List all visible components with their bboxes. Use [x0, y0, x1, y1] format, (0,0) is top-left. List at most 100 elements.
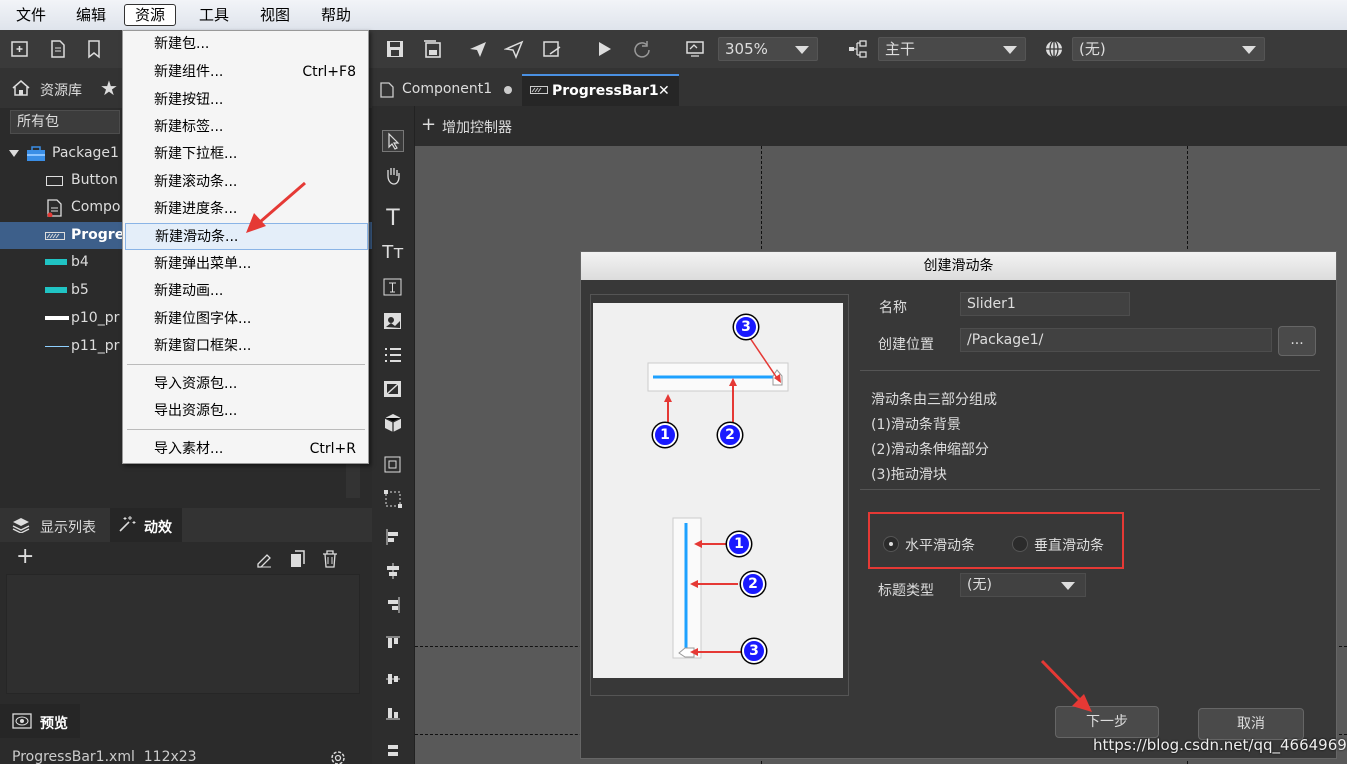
add-controller-label[interactable]: 增加控制器 — [442, 117, 512, 137]
menu-item-import-package[interactable]: 导入资源包... — [123, 371, 368, 398]
component-icon[interactable] — [382, 454, 404, 476]
slider-illustration: 3 1 2 1 2 3 — [593, 303, 843, 678]
display-list-panel: 显示列表 动效 + — [0, 508, 372, 704]
radio-horizontal-label: 水平滑动条 — [905, 538, 975, 554]
callout-3-horizontal: 3 — [734, 315, 758, 339]
group-icon[interactable] — [382, 488, 404, 510]
resource-menu: 新建包... 新建组件... Ctrl+F8 新建按钮... 新建标签... 新建… — [122, 30, 369, 464]
radio-unselected-icon — [1012, 536, 1028, 552]
menu-resource[interactable]: 资源 — [124, 4, 177, 26]
monitor-icon — [685, 39, 705, 59]
close-icon[interactable]: ✕ — [658, 76, 670, 106]
title-type-select[interactable]: (无) — [960, 573, 1086, 597]
menu-item-new-scrollbar[interactable]: 新建滚动条... — [123, 169, 368, 196]
browse-button[interactable]: ... — [1278, 326, 1316, 356]
radio-selected-icon — [883, 536, 899, 552]
rich-text-icon[interactable]: Tт — [382, 242, 404, 264]
location-input[interactable]: /Package1/ — [960, 328, 1272, 352]
title-type-value: (无) — [967, 577, 992, 593]
menu-item-new-progressbar[interactable]: 新建进度条... — [123, 196, 368, 223]
chevron-down-icon — [1242, 46, 1256, 54]
tab-progressbar1[interactable]: ProgressBar1 ✕ — [522, 74, 679, 106]
tree-label: p10_pr — [71, 310, 120, 326]
tab-component1[interactable]: Component1 — [372, 74, 520, 106]
callout-1-horizontal: 1 — [653, 423, 677, 447]
align-top-icon[interactable] — [382, 632, 404, 654]
settings-gear-icon[interactable] — [328, 748, 348, 764]
new-document-icon[interactable] — [48, 39, 68, 59]
input-text-icon[interactable] — [382, 276, 404, 298]
home-icon — [12, 80, 30, 96]
align-bottom-icon[interactable] — [382, 702, 404, 724]
menu-item-new-combobox[interactable]: 新建下拉框... — [123, 141, 368, 168]
preview-panel: 预览 ProgressBar1.xml 112x23 — [0, 704, 372, 764]
plus-icon[interactable]: + — [421, 115, 436, 135]
divider — [860, 370, 1320, 371]
publish-outline-icon[interactable] — [504, 39, 524, 59]
play-icon[interactable] — [594, 39, 614, 59]
next-button[interactable]: 下一步 — [1055, 706, 1159, 738]
menu-item-new-animation[interactable]: 新建动画... — [123, 278, 368, 305]
save-all-icon[interactable] — [422, 39, 442, 59]
align-left-icon[interactable] — [382, 526, 404, 548]
zoom-select[interactable]: 305% — [718, 37, 818, 61]
trash-icon[interactable] — [322, 550, 338, 568]
distribute-icon[interactable] — [382, 742, 404, 764]
callout-1-vertical: 1 — [727, 532, 751, 556]
duplicate-icon[interactable] — [290, 550, 306, 568]
menu-item-new-component[interactable]: 新建组件... Ctrl+F8 — [123, 59, 368, 86]
menu-item-new-bitmap-font[interactable]: 新建位图字体... — [123, 306, 368, 333]
add-icon[interactable]: + — [16, 546, 34, 568]
image-icon[interactable] — [382, 378, 404, 400]
menu-tools[interactable]: 工具 — [199, 5, 229, 25]
menu-item-new-slider[interactable]: 新建滑动条... — [125, 223, 368, 250]
3d-box-icon[interactable] — [382, 412, 404, 434]
tab-effects[interactable]: 动效 — [110, 508, 182, 542]
new-package-icon[interactable] — [10, 39, 30, 59]
panel-tabs: 显示列表 动效 — [0, 508, 372, 542]
image-swatch-icon — [45, 259, 67, 265]
menu-item-new-package[interactable]: 新建包... — [123, 31, 368, 58]
menu-item-export-package[interactable]: 导出资源包... — [123, 398, 368, 425]
image-loader-icon[interactable] — [382, 310, 404, 332]
list-icon[interactable] — [382, 344, 404, 366]
align-center-icon[interactable] — [382, 560, 404, 582]
align-middle-icon[interactable] — [382, 668, 404, 690]
edit-pencil-icon[interactable] — [255, 550, 273, 568]
menu-item-import-assets[interactable]: 导入素材... Ctrl+R — [123, 436, 368, 463]
refresh-icon[interactable] — [632, 39, 652, 59]
menu-item-new-popup-menu[interactable]: 新建弹出菜单... — [123, 251, 368, 278]
menu-item-new-button[interactable]: 新建按钮... — [123, 87, 368, 114]
component-document-icon — [47, 199, 63, 217]
menu-view[interactable]: 视图 — [260, 5, 290, 25]
document-icon — [380, 82, 394, 98]
language-select[interactable]: (无) — [1072, 37, 1265, 61]
chevron-down-icon — [1003, 46, 1017, 54]
align-right-icon[interactable] — [382, 594, 404, 616]
menu-help[interactable]: 帮助 — [321, 5, 351, 25]
hand-icon[interactable] — [382, 164, 404, 186]
menu-item-new-window-frame[interactable]: 新建窗口框架... — [123, 333, 368, 360]
text-tool-icon[interactable]: T — [382, 208, 404, 230]
name-input[interactable]: Slider1 — [960, 292, 1130, 316]
menu-item-label: 新建进度条... — [154, 201, 238, 217]
tab-library[interactable]: 资源库 — [40, 80, 82, 100]
star-icon[interactable]: ★ — [100, 76, 118, 100]
publish-settings-icon[interactable] — [542, 39, 562, 59]
package-filter-select[interactable]: 所有包 — [10, 110, 120, 134]
menu-file[interactable]: 文件 — [16, 5, 46, 25]
tree-label: Button — [71, 172, 118, 188]
tab-display-list[interactable]: 显示列表 — [40, 517, 96, 537]
menu-item-new-label[interactable]: 新建标签... — [123, 114, 368, 141]
menu-edit[interactable]: 编辑 — [76, 5, 106, 25]
bookmark-icon[interactable] — [84, 39, 104, 59]
save-icon[interactable] — [385, 39, 405, 59]
branch-select[interactable]: 主干 — [878, 37, 1026, 61]
tab-preview[interactable]: 预览 — [0, 704, 80, 738]
menu-item-label: 新建滑动条... — [155, 229, 239, 245]
effects-list[interactable] — [6, 574, 360, 694]
publish-icon[interactable] — [468, 39, 488, 59]
expand-arrow-icon[interactable] — [9, 150, 19, 157]
select-arrow-icon[interactable] — [382, 130, 404, 152]
shortcut-label: Ctrl+R — [309, 441, 356, 457]
